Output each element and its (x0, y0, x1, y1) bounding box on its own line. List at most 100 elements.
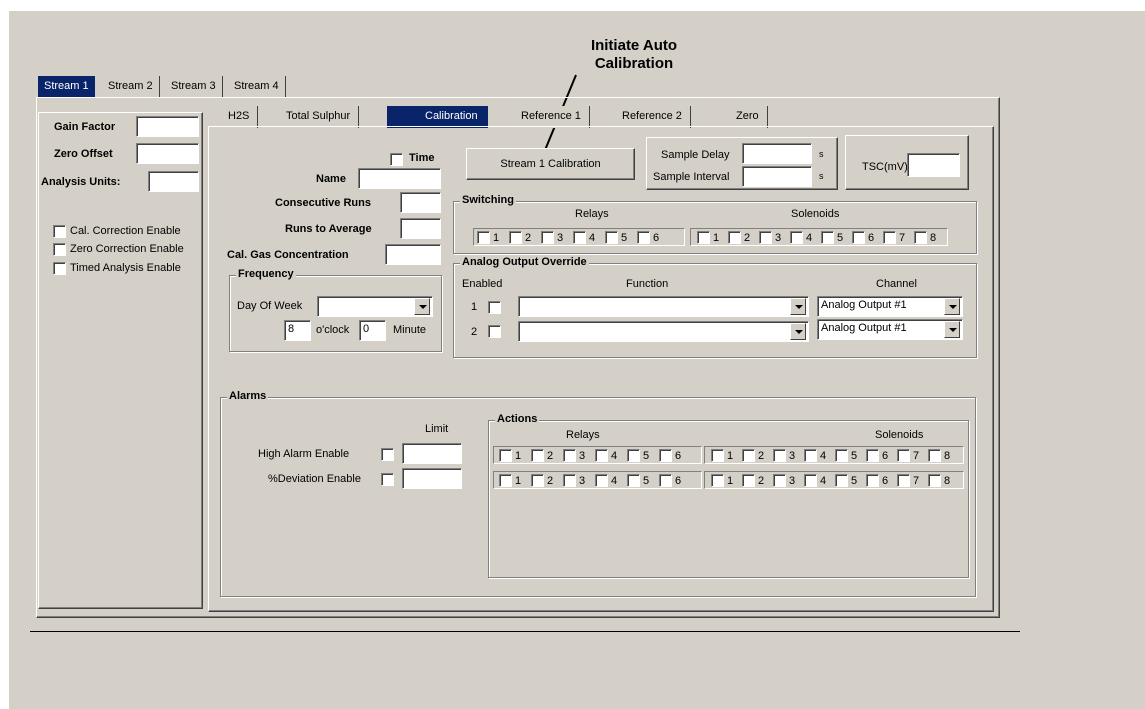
deviation-solenoid-checkbox-6[interactable] (866, 474, 879, 487)
high-alarm-relay-checkbox-2[interactable] (531, 449, 544, 462)
switching-relay-6[interactable]: 6 (637, 231, 659, 244)
high-alarm-relay-4[interactable]: 4 (595, 449, 617, 462)
switching-solenoid-6[interactable]: 6 (852, 231, 874, 244)
override-row-1-function-dropdown-icon[interactable] (790, 298, 806, 315)
high-alarm-relay-checkbox-6[interactable] (659, 449, 672, 462)
tab-h2s[interactable]: H2S (220, 106, 259, 128)
high-alarm-relay-1[interactable]: 1 (499, 449, 521, 462)
runs-to-average-input[interactable] (400, 218, 441, 239)
high-alarm-checkbox[interactable] (381, 448, 394, 461)
tab-calibration[interactable]: Calibration (387, 106, 488, 128)
override-row-2-channel-dropdown-icon[interactable] (944, 321, 960, 338)
high-alarm-solenoid-1[interactable]: 1 (711, 449, 733, 462)
deviation-relay-6[interactable]: 6 (659, 474, 681, 487)
tab-reference-1[interactable]: Reference 1 (491, 106, 590, 128)
switching-relay-1[interactable]: 1 (477, 231, 499, 244)
zero-offset-input[interactable] (136, 143, 199, 164)
deviation-relay-5[interactable]: 5 (627, 474, 649, 487)
high-alarm-solenoid-checkbox-1[interactable] (711, 449, 724, 462)
deviation-solenoid-checkbox-3[interactable] (773, 474, 786, 487)
switching-relay-4[interactable]: 4 (573, 231, 595, 244)
switching-solenoid-5[interactable]: 5 (821, 231, 843, 244)
high-alarm-solenoid-checkbox-6[interactable] (866, 449, 879, 462)
high-alarm-solenoid-6[interactable]: 6 (866, 449, 888, 462)
switching-solenoid-checkbox-3[interactable] (759, 231, 772, 244)
switching-solenoid-8[interactable]: 8 (914, 231, 936, 244)
high-alarm-solenoid-2[interactable]: 2 (742, 449, 764, 462)
switching-solenoid-3[interactable]: 3 (759, 231, 781, 244)
deviation-relay-checkbox-4[interactable] (595, 474, 608, 487)
deviation-relay-checkbox-2[interactable] (531, 474, 544, 487)
switching-solenoid-checkbox-7[interactable] (883, 231, 896, 244)
day-of-week-dropdown-icon[interactable] (414, 298, 430, 315)
sample-interval-input[interactable] (742, 166, 812, 187)
switching-relay-checkbox-2[interactable] (509, 231, 522, 244)
deviation-checkbox[interactable] (381, 473, 394, 486)
switching-solenoid-2[interactable]: 2 (728, 231, 750, 244)
deviation-relay-checkbox-5[interactable] (627, 474, 640, 487)
override-row-2-function-dropdown-icon[interactable] (790, 323, 806, 340)
switching-relay-5[interactable]: 5 (605, 231, 627, 244)
high-alarm-limit-input[interactable] (402, 443, 462, 464)
high-alarm-relay-3[interactable]: 3 (563, 449, 585, 462)
timed-analysis-checkbox[interactable] (53, 262, 66, 275)
cal-gas-input[interactable] (385, 244, 441, 265)
switching-solenoid-checkbox-4[interactable] (790, 231, 803, 244)
switching-relay-2[interactable]: 2 (509, 231, 531, 244)
switching-solenoid-checkbox-1[interactable] (697, 231, 710, 244)
high-alarm-solenoid-checkbox-2[interactable] (742, 449, 755, 462)
deviation-relay-4[interactable]: 4 (595, 474, 617, 487)
tab-total-sulphur[interactable]: Total Sulphur (268, 106, 360, 128)
override-row-2-channel-select[interactable]: Analog Output #1 (817, 319, 963, 340)
deviation-solenoid-2[interactable]: 2 (742, 474, 764, 487)
high-alarm-solenoid-8[interactable]: 8 (928, 449, 950, 462)
high-alarm-relay-5[interactable]: 5 (627, 449, 649, 462)
deviation-solenoid-checkbox-1[interactable] (711, 474, 724, 487)
gain-factor-input[interactable] (136, 116, 199, 137)
zero-correction-checkbox[interactable] (53, 243, 66, 256)
high-alarm-solenoid-checkbox-3[interactable] (773, 449, 786, 462)
switching-solenoid-7[interactable]: 7 (883, 231, 905, 244)
override-row-1-channel-dropdown-icon[interactable] (944, 298, 960, 315)
switching-solenoid-1[interactable]: 1 (697, 231, 719, 244)
deviation-solenoid-checkbox-5[interactable] (835, 474, 848, 487)
deviation-relay-checkbox-1[interactable] (499, 474, 512, 487)
switching-relay-checkbox-5[interactable] (605, 231, 618, 244)
high-alarm-solenoid-5[interactable]: 5 (835, 449, 857, 462)
deviation-solenoid-checkbox-2[interactable] (742, 474, 755, 487)
minute-input[interactable]: 0 (359, 320, 386, 341)
deviation-limit-input[interactable] (402, 468, 462, 489)
deviation-relay-checkbox-6[interactable] (659, 474, 672, 487)
deviation-solenoid-4[interactable]: 4 (804, 474, 826, 487)
tab-stream-1[interactable]: Stream 1 (38, 76, 95, 98)
high-alarm-solenoid-checkbox-8[interactable] (928, 449, 941, 462)
tab-reference-2[interactable]: Reference 2 (602, 106, 691, 128)
high-alarm-relay-checkbox-5[interactable] (627, 449, 640, 462)
deviation-relay-3[interactable]: 3 (563, 474, 585, 487)
switching-solenoid-4[interactable]: 4 (790, 231, 812, 244)
high-alarm-relay-checkbox-4[interactable] (595, 449, 608, 462)
switching-relay-3[interactable]: 3 (541, 231, 563, 244)
deviation-solenoid-checkbox-4[interactable] (804, 474, 817, 487)
deviation-solenoid-6[interactable]: 6 (866, 474, 888, 487)
deviation-solenoid-7[interactable]: 7 (897, 474, 919, 487)
switching-solenoid-checkbox-5[interactable] (821, 231, 834, 244)
deviation-solenoid-1[interactable]: 1 (711, 474, 733, 487)
deviation-relay-checkbox-3[interactable] (563, 474, 576, 487)
name-input[interactable] (358, 168, 441, 189)
switching-solenoid-checkbox-6[interactable] (852, 231, 865, 244)
consecutive-runs-input[interactable] (400, 192, 441, 213)
tab-stream-2[interactable]: Stream 2 (102, 76, 160, 98)
cal-correction-checkbox[interactable] (53, 225, 66, 238)
high-alarm-relay-2[interactable]: 2 (531, 449, 553, 462)
time-checkbox[interactable] (390, 153, 403, 166)
override-row-2-checkbox[interactable] (488, 325, 501, 338)
tab-zero[interactable]: Zero (708, 106, 768, 128)
deviation-solenoid-checkbox-7[interactable] (897, 474, 910, 487)
analysis-units-input[interactable] (148, 171, 199, 192)
tab-stream-4[interactable]: Stream 4 (228, 76, 286, 98)
high-alarm-relay-checkbox-3[interactable] (563, 449, 576, 462)
high-alarm-solenoid-checkbox-7[interactable] (897, 449, 910, 462)
deviation-solenoid-5[interactable]: 5 (835, 474, 857, 487)
switching-solenoid-checkbox-2[interactable] (728, 231, 741, 244)
